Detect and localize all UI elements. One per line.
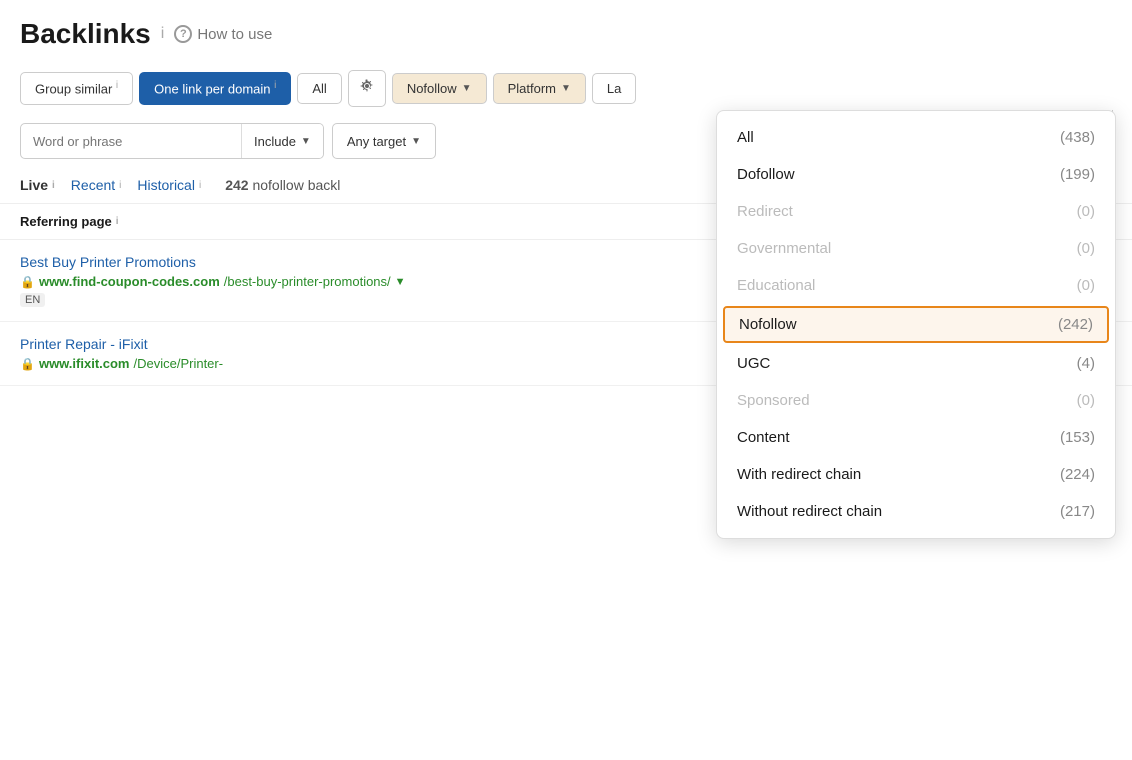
lock-icon: 🔒 <box>20 357 35 371</box>
dropdown-item[interactable]: With redirect chain (224) <box>717 456 1115 493</box>
any-target-button[interactable]: Any target ▼ <box>332 123 436 159</box>
dropdown-item: Governmental (0) <box>717 230 1115 267</box>
include-button[interactable]: Include ▼ <box>242 124 323 158</box>
target-arrow: ▼ <box>411 136 421 147</box>
dropdown-item-label: Redirect <box>737 203 793 220</box>
url-path: /Device/Printer- <box>133 356 223 371</box>
dropdown-item-count: (199) <box>1060 166 1095 183</box>
tab-live[interactable]: Live i <box>20 177 55 193</box>
dropdown-item-label: With redirect chain <box>737 466 861 483</box>
platform-dropdown-button[interactable]: Platform ▼ <box>493 73 586 104</box>
one-link-per-domain-button[interactable]: One link per domain i <box>139 72 291 104</box>
dropdown-item[interactable]: All (438) <box>717 119 1115 156</box>
dropdown-item: Educational (0) <box>717 267 1115 304</box>
dropdown-item-label: Content <box>737 429 790 446</box>
dropdown-item-count: (0) <box>1077 203 1095 220</box>
dropdown-item[interactable]: Content (153) <box>717 419 1115 456</box>
dropdown-item-label: Educational <box>737 277 815 294</box>
page-header: Backlinks i ? How to use <box>0 0 1132 62</box>
page-title: Backlinks <box>20 18 151 50</box>
dropdown-item-count: (153) <box>1060 429 1095 446</box>
dropdown-item[interactable]: Without redirect chain (217) <box>717 493 1115 530</box>
tab-recent[interactable]: Recent i <box>71 177 122 193</box>
la-button[interactable]: La <box>592 73 636 104</box>
nofollow-dropdown-overlay: All (438)Dofollow (199)Redirect (0)Gover… <box>716 110 1116 539</box>
dropdown-item-count: (4) <box>1077 355 1095 372</box>
url-dropdown-arrow[interactable]: ▼ <box>395 276 406 288</box>
search-input-group: Include ▼ <box>20 123 324 159</box>
referring-info-icon: i <box>116 216 119 227</box>
gear-icon <box>359 78 375 94</box>
gear-button[interactable] <box>348 70 386 107</box>
help-circle-icon: ? <box>174 25 192 43</box>
dropdown-item-label: All <box>737 129 754 146</box>
dropdown-item-count: (0) <box>1077 392 1095 409</box>
dropdown-item-count: (438) <box>1060 129 1095 146</box>
platform-dropdown-arrow: ▼ <box>561 83 571 94</box>
toolbar: Group similar i One link per domain i Al… <box>0 62 1132 115</box>
dropdown-item[interactable]: Dofollow (199) <box>717 156 1115 193</box>
tab-historical[interactable]: Historical i <box>137 177 201 193</box>
nofollow-dropdown-button[interactable]: Nofollow ▼ <box>392 73 487 104</box>
lock-icon: 🔒 <box>20 275 35 289</box>
backlink-count-text: 242 nofollow backl <box>225 177 340 193</box>
dropdown-item-count: (0) <box>1077 240 1095 257</box>
url-domain[interactable]: www.ifixit.com <box>39 356 130 371</box>
dropdown-item-label: Governmental <box>737 240 831 257</box>
nofollow-dropdown-arrow: ▼ <box>462 83 472 94</box>
lang-badge: EN <box>20 293 45 307</box>
search-input[interactable] <box>21 134 241 149</box>
dropdown-item-label: UGC <box>737 355 770 372</box>
dropdown-item-count: (217) <box>1060 503 1095 520</box>
live-info-icon: i <box>52 180 55 191</box>
group-similar-info-icon: i <box>116 80 118 91</box>
dropdown-item-label: Dofollow <box>737 166 795 183</box>
one-link-info-icon: i <box>274 80 276 91</box>
count-suffix: nofollow backl <box>252 177 340 193</box>
dropdown-item-count: (224) <box>1060 466 1095 483</box>
how-to-use-link[interactable]: ? How to use <box>174 25 272 43</box>
dropdown-item[interactable]: UGC (4) <box>717 345 1115 382</box>
group-similar-button[interactable]: Group similar i <box>20 72 133 104</box>
include-arrow: ▼ <box>301 136 311 147</box>
historical-info-icon: i <box>199 180 201 191</box>
dropdown-item: Redirect (0) <box>717 193 1115 230</box>
all-button[interactable]: All <box>297 73 341 104</box>
dropdown-item-label: Sponsored <box>737 392 810 409</box>
dropdown-item-count: (0) <box>1077 277 1095 294</box>
dropdown-item: Sponsored (0) <box>717 382 1115 419</box>
dropdown-item-label: Without redirect chain <box>737 503 882 520</box>
recent-info-icon: i <box>119 180 121 191</box>
dropdown-item-label: Nofollow <box>739 316 797 333</box>
url-domain[interactable]: www.find-coupon-codes.com <box>39 274 220 289</box>
url-path: /best-buy-printer-promotions/ <box>224 274 391 289</box>
dropdown-item-count: (242) <box>1058 316 1093 333</box>
title-info-icon[interactable]: i <box>161 25 165 43</box>
dropdown-item-selected[interactable]: Nofollow (242) <box>723 306 1109 343</box>
